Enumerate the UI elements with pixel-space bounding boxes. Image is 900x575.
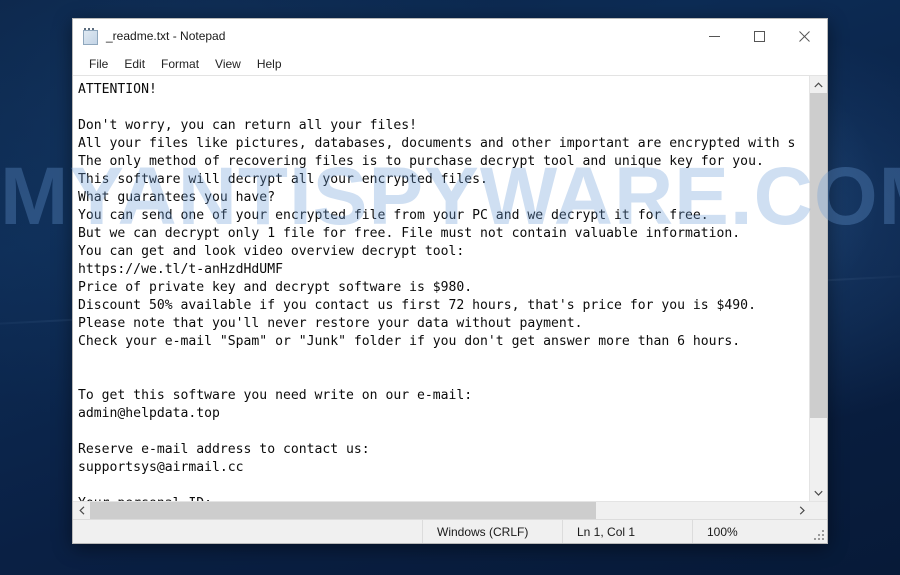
text-line: This software will decrypt all your encr…: [78, 172, 488, 187]
text-line: [78, 477, 809, 495]
window-controls: [692, 19, 827, 53]
desktop-background: _readme.txt - Notepad File Edit Format V…: [0, 0, 900, 575]
scroll-up-button[interactable]: [810, 76, 827, 93]
editor-region: ATTENTION! Don't worry, you can return al…: [73, 75, 827, 519]
text-line: Check your e-mail "Spam" or "Junk" folde…: [78, 334, 741, 349]
scroll-down-button[interactable]: [810, 484, 827, 501]
menu-item-file[interactable]: File: [82, 55, 115, 73]
menu-item-view[interactable]: View: [208, 55, 248, 73]
vertical-scrollbar[interactable]: [809, 76, 827, 501]
menu-item-edit[interactable]: Edit: [117, 55, 152, 73]
maximize-icon: [754, 30, 765, 42]
minimize-button[interactable]: [692, 19, 737, 53]
horizontal-scroll-thumb[interactable]: [90, 502, 597, 519]
status-cursor-position: Ln 1, Col 1: [562, 520, 692, 543]
text-line: Price of private key and decrypt softwar…: [78, 280, 473, 295]
text-line: [78, 423, 809, 441]
notepad-icon: [82, 28, 98, 45]
close-button[interactable]: [782, 19, 827, 53]
text-editor-area[interactable]: ATTENTION! Don't worry, you can return al…: [73, 76, 809, 501]
text-line: supportsys@airmail.cc: [78, 460, 244, 475]
status-zoom-level: 100%: [692, 520, 827, 543]
chevron-up-icon: [814, 81, 823, 87]
text-line: You can get and look video overview decr…: [78, 244, 465, 259]
maximize-button[interactable]: [737, 19, 782, 53]
title-bar[interactable]: _readme.txt - Notepad: [73, 19, 827, 53]
text-line: The only method of recovering files is t…: [78, 154, 764, 169]
text-line: To get this software you need write on o…: [78, 388, 473, 403]
chevron-right-icon: [799, 506, 805, 515]
text-line: https://we.tl/t-anHzdHdUMF: [78, 262, 283, 277]
text-line: All your files like pictures, databases,…: [78, 136, 796, 151]
text-line: Please note that you'll never restore yo…: [78, 316, 583, 331]
menu-item-help[interactable]: Help: [250, 55, 289, 73]
menu-item-format[interactable]: Format: [154, 55, 206, 73]
text-line: [78, 369, 809, 387]
window-title: _readme.txt - Notepad: [106, 29, 226, 43]
resize-grip[interactable]: [814, 530, 824, 540]
chevron-left-icon: [78, 506, 84, 515]
horizontal-scroll-track[interactable]: [90, 502, 793, 519]
chevron-down-icon: [814, 490, 823, 496]
status-bar: Windows (CRLF) Ln 1, Col 1 100%: [73, 519, 827, 543]
text-line: Discount 50% available if you contact us…: [78, 298, 756, 313]
text-line: You can send one of your encrypted file …: [78, 208, 709, 223]
text-line: admin@helpdata.top: [78, 406, 220, 421]
text-line: Don't worry, you can return all your fil…: [78, 118, 417, 133]
text-line: What guarantees you have?: [78, 190, 276, 205]
status-line-ending: Windows (CRLF): [422, 520, 562, 543]
text-line: [78, 351, 809, 369]
text-line: ATTENTION!: [78, 82, 157, 97]
text-line: Your personal ID:: [78, 495, 809, 501]
scrollbar-corner: [810, 502, 827, 519]
text-line: Reserve e-mail address to contact us:: [78, 442, 370, 457]
scroll-left-button[interactable]: [73, 502, 90, 519]
notepad-window: _readme.txt - Notepad File Edit Format V…: [72, 18, 828, 544]
close-icon: [799, 30, 810, 42]
horizontal-scrollbar[interactable]: [73, 501, 827, 519]
text-line: [78, 99, 809, 117]
text-line: But we can decrypt only 1 file for free.…: [78, 226, 741, 241]
vertical-scroll-thumb[interactable]: [810, 93, 827, 418]
minimize-icon: [709, 35, 720, 37]
scroll-right-button[interactable]: [793, 502, 810, 519]
menu-bar: File Edit Format View Help: [73, 53, 827, 75]
vertical-scroll-track[interactable]: [810, 93, 827, 484]
